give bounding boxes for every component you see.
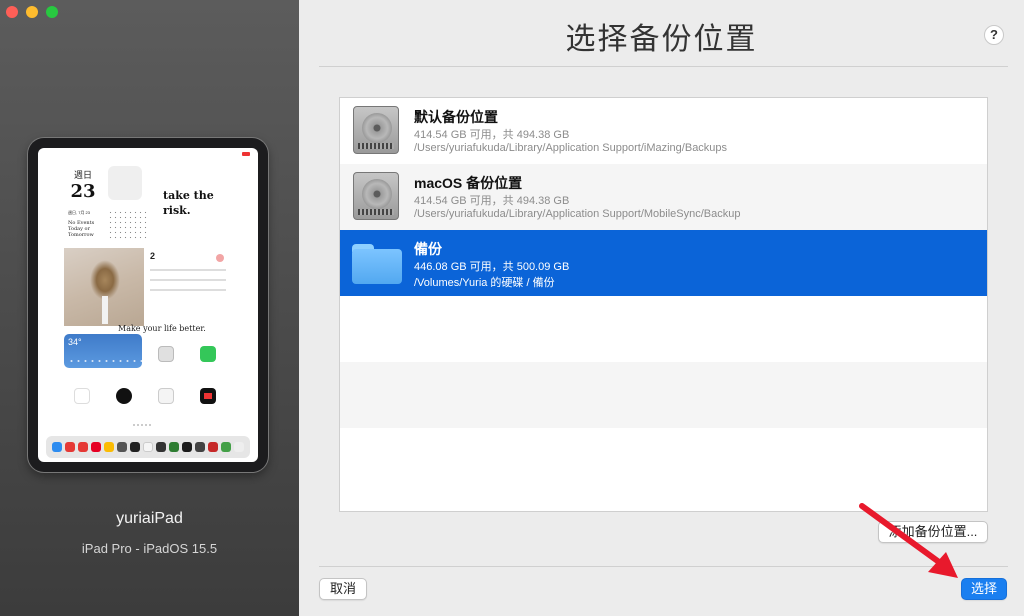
battery-icon [242, 152, 250, 156]
dialog-title: 选择备份位置 [565, 23, 758, 56]
title-divider [319, 66, 1008, 67]
add-location-button[interactable]: 添加备份位置... [878, 521, 988, 543]
app-icon [156, 442, 167, 452]
temperature-label: 34° [68, 337, 82, 347]
app-icon [169, 442, 180, 452]
notes-app-icon [116, 442, 127, 452]
location-row-backup[interactable]: 備份 446.08 GB 可用，共 500.09 GB /Volumes/Yur… [340, 230, 987, 296]
device-name: yuriaiPad [116, 510, 183, 527]
location-path: /Users/yuriafukuda/Library/Application S… [414, 142, 728, 154]
voice-memos-app-icon [200, 388, 216, 404]
cancel-button[interactable]: 取消 [319, 578, 367, 600]
clock-app-icon [116, 388, 132, 404]
app-icon [195, 442, 206, 452]
app-icon [234, 442, 245, 452]
photo-widget [64, 248, 144, 326]
ipad-dock [46, 436, 250, 458]
calendar-status: No Events Today or Tomorrow [68, 220, 95, 238]
calendar-app-icon [74, 388, 90, 404]
location-size: 446.08 GB 可用，共 500.09 GB [414, 261, 570, 273]
close-window-button[interactable] [6, 6, 18, 18]
page-dots [132, 424, 152, 426]
photos-app-icon [142, 442, 153, 452]
empty-row [340, 428, 987, 494]
app-icon [182, 442, 193, 452]
backup-location-dialog: 选择备份位置 ? 默认备份位置 414.54 GB 可用，共 494.38 GB… [299, 0, 1024, 616]
location-path: /Users/yuriafukuda/Library/Application S… [414, 208, 741, 220]
empty-row [340, 362, 987, 428]
zoom-window-button[interactable] [46, 6, 58, 18]
line-app-icon [221, 442, 232, 452]
pinterest-app-icon [90, 442, 101, 452]
reminders-app-icon [158, 388, 174, 404]
location-path: /Volumes/Yuria 的硬碟 / 備份 [414, 277, 555, 289]
quote-widget: take the risk. [163, 189, 214, 217]
facetime-app-icon [200, 346, 216, 362]
quote2-widget: Make your life better. [118, 324, 206, 333]
blank-widget [108, 166, 142, 200]
app-icon [129, 442, 140, 452]
camera-app-icon [158, 346, 174, 362]
minimize-window-button[interactable] [26, 6, 38, 18]
calendar-header: 週日, 7月 23 [68, 210, 91, 215]
app-icon [208, 442, 219, 452]
window-controls [6, 6, 58, 18]
empty-row [340, 296, 987, 362]
weather-widget: 34° [64, 334, 258, 368]
ipad-preview: 週日 23 take the risk. 週日, 7月 23 No Events… [28, 138, 268, 472]
folder-icon [350, 236, 402, 288]
location-size: 414.54 GB 可用，共 494.38 GB [414, 195, 570, 207]
mail-app-icon [77, 442, 88, 452]
reminders-widget: 2 [150, 251, 226, 301]
date-widget: 週日 23 [68, 168, 98, 202]
footer-divider [319, 566, 1008, 567]
location-name: 默认备份位置 [414, 109, 498, 125]
device-model: iPad Pro - iPadOS 15.5 [81, 541, 218, 556]
device-panel: 週日 23 take the risk. 週日, 7月 23 No Events… [0, 0, 299, 616]
day-number: 23 [70, 181, 96, 202]
safari-app-icon [51, 442, 62, 452]
hard-drive-icon [350, 104, 402, 156]
location-row-default[interactable]: 默认备份位置 414.54 GB 可用，共 494.38 GB /Users/y… [340, 98, 987, 164]
reminder-count: 2 [150, 251, 156, 261]
location-name: 備份 [414, 241, 442, 257]
backup-location-list[interactable]: 默认备份位置 414.54 GB 可用，共 494.38 GB /Users/y… [339, 97, 988, 512]
ipad-screen: 週日 23 take the risk. 週日, 7月 23 No Events… [38, 148, 258, 462]
select-button[interactable]: 选择 [961, 578, 1007, 600]
gmail-app-icon [64, 442, 75, 452]
help-button[interactable]: ? [984, 25, 1004, 45]
reminder-dot-icon [216, 254, 224, 262]
mini-calendar-grid [108, 210, 148, 240]
location-row-macos[interactable]: macOS 备份位置 414.54 GB 可用，共 494.38 GB /Use… [340, 164, 987, 230]
location-size: 414.54 GB 可用，共 494.38 GB [414, 129, 570, 141]
weekday-label: 週日 [73, 170, 92, 180]
hard-drive-icon [350, 170, 402, 222]
drive-app-icon [103, 442, 114, 452]
location-name: macOS 备份位置 [414, 175, 523, 191]
